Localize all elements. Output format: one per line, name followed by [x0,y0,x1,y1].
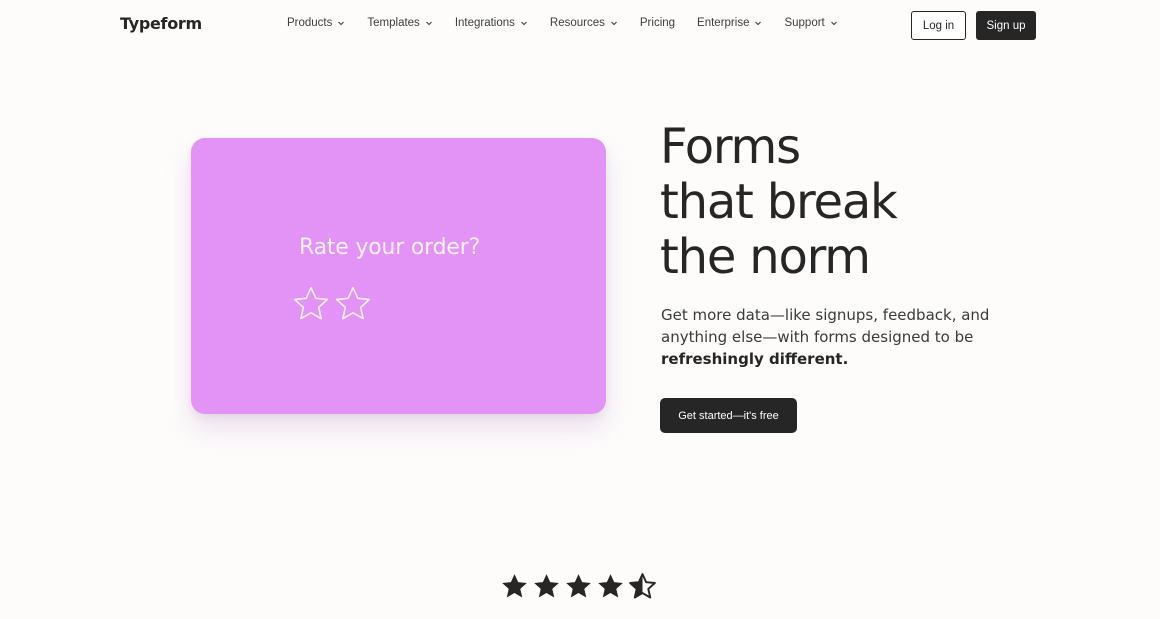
star-filled-icon [596,572,625,601]
chevron-down-icon [610,19,618,27]
description-emphasis: refreshingly different. [661,350,849,368]
star-filled-icon [564,572,593,601]
nav-item-templates[interactable]: Templates [367,17,432,29]
card-question: Rate your order? [299,235,481,260]
signup-button[interactable]: Sign up [976,11,1036,40]
nav-item-label: Resources [549,17,605,29]
nav-item-support[interactable]: Support [784,17,837,29]
headline-line: the norm [660,229,871,285]
nav-item-integrations[interactable]: Integrations [455,17,528,29]
star-outline-icon[interactable] [333,284,373,324]
nav-item-enterprise[interactable]: Enterprise [697,17,762,29]
hero-description: Get more data—like signups, feedback, an… [661,304,991,370]
get-started-button[interactable]: Get started—it's free [660,398,797,433]
star-outline-icon[interactable] [291,284,331,324]
main-nav: Products Templates Integrations Resource… [287,17,838,29]
nav-item-label: Enterprise [697,17,750,29]
page: Typeform Products Templates Integrations… [0,0,1160,619]
hero-headline: Forms that break the norm [660,119,898,285]
chevron-down-icon [754,19,762,27]
card-star-rating [291,284,373,324]
chevron-down-icon [520,19,528,27]
chevron-down-icon [425,19,433,27]
nav-item-resources[interactable]: Resources [550,17,618,29]
typeform-logo[interactable]: Typeform [120,14,202,33]
nav-item-label: Templates [367,17,420,29]
star-half-icon [628,572,657,601]
login-button[interactable]: Log in [911,11,966,40]
chevron-down-icon [830,19,838,27]
nav-item-pricing[interactable]: Pricing [640,17,675,29]
star-filled-icon [500,572,529,601]
headline-line: Forms [660,119,801,175]
review-rating [500,572,657,601]
nav-item-products[interactable]: Products [287,17,345,29]
nav-item-label: Products [287,17,333,29]
nav-item-label: Pricing [639,17,676,29]
nav-item-label: Integrations [454,17,515,29]
rating-form-card: Rate your order? [191,138,606,414]
chevron-down-icon [337,19,345,27]
description-line: anything else—with forms designed to be [661,328,974,346]
description-line: Get more data—like signups, feedback, an… [661,306,990,324]
star-filled-icon [532,572,561,601]
headline-line: that break [660,174,898,230]
nav-item-label: Support [784,17,825,29]
